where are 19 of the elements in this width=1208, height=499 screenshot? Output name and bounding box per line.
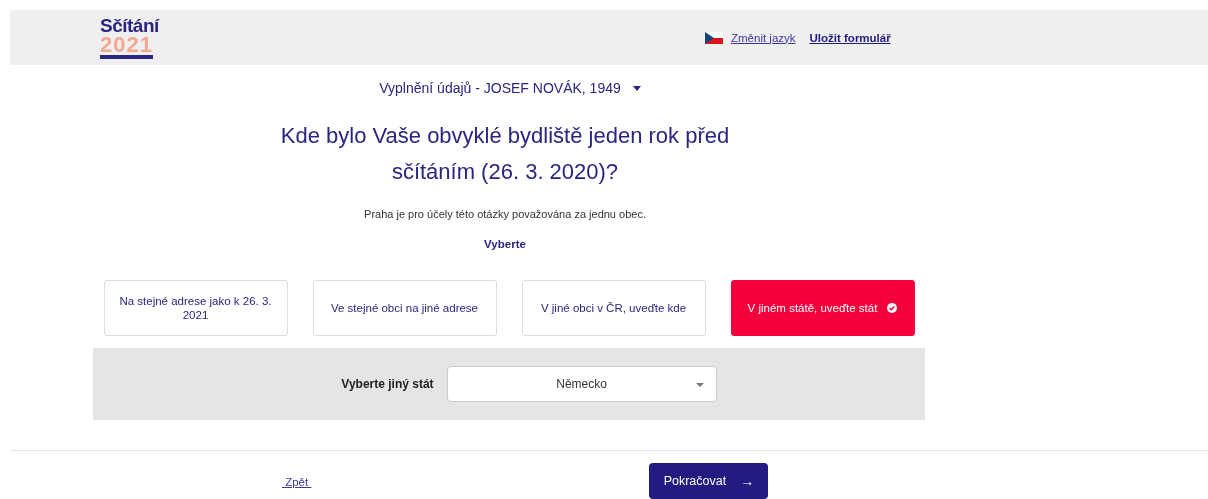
caret-icon bbox=[632, 85, 641, 91]
back-link[interactable]: Zpět bbox=[282, 476, 312, 488]
answer-option[interactable]: V jiném státě, uveďte stát bbox=[730, 280, 915, 336]
change-language-link[interactable]: Změnit jazyk bbox=[731, 31, 796, 44]
country-select-label: Vyberte jiný stát bbox=[341, 377, 434, 391]
continue-button[interactable]: Pokračovat → bbox=[649, 463, 769, 499]
answer-option[interactable]: Na stejné adrese jako k 26. 3. 2021 bbox=[103, 280, 288, 336]
checkmark-icon bbox=[887, 303, 898, 313]
save-form-link[interactable]: Uložit formulář bbox=[809, 31, 891, 44]
choose-prompt: Vyberte bbox=[484, 238, 526, 250]
czech-flag-icon bbox=[705, 31, 723, 44]
answer-option[interactable]: V jiné obci v ČR, uveďte kde bbox=[521, 280, 706, 336]
census-logo: Sčítání 2021 bbox=[100, 16, 161, 59]
country-dropdown[interactable]: Německo bbox=[446, 366, 717, 402]
answer-option[interactable]: Ve stejné obci na jiné adrese bbox=[312, 280, 497, 336]
person-selector[interactable]: Vyplnění údajů - JOSEF NOVÁK, 1949 bbox=[379, 80, 641, 96]
caret-icon bbox=[695, 383, 704, 387]
question-heading: Kde bylo Vaše obvyklé bydliště jeden rok před sčítáním (26. 3. 2020)? bbox=[279, 122, 731, 186]
question-note: Praha je pro účely této otázky považována za jednu obec. bbox=[364, 208, 646, 220]
